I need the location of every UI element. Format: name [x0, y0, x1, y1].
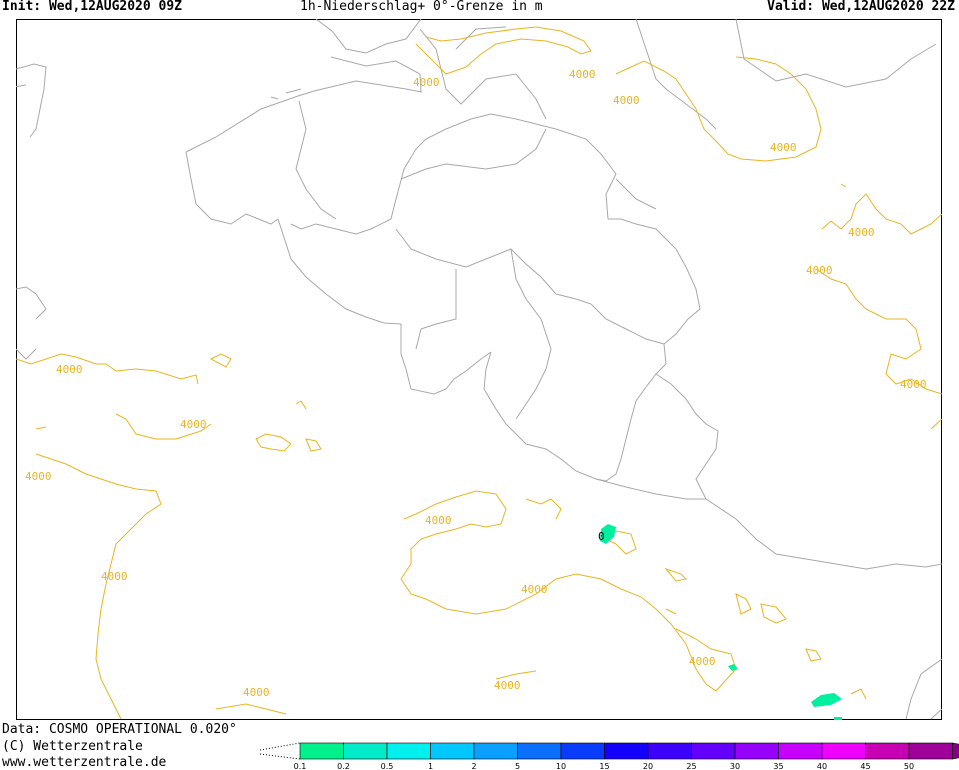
legend-tick: 0.5 [381, 762, 394, 770]
legend-tick: 0.2 [337, 762, 350, 770]
legend-tick: 20 [643, 762, 653, 770]
map-title: 1h-Niederschlag+ 0°-Grenze in m [300, 0, 543, 14]
legend-swatch [778, 742, 823, 760]
legend-swatch [430, 742, 475, 760]
legend-swatch [604, 742, 649, 760]
precip-cell [834, 717, 842, 720]
contour-label: 4000 [689, 655, 716, 668]
legend-swatch [473, 742, 518, 760]
map-frame [16, 19, 942, 720]
website-link[interactable]: www.wetterzentrale.de [2, 755, 166, 770]
legend-tick: 2 [471, 762, 476, 770]
legend-tick: 35 [773, 762, 783, 770]
contour-label: 4000 [806, 264, 833, 277]
color-legend: 0.1 0.2 0.5 1 2 5 10 15 20 25 30 35 40 45 50 [259, 742, 959, 770]
legend-swatch [821, 742, 866, 760]
legend-swatch [865, 742, 910, 760]
legend-swatch [647, 742, 692, 760]
contour-label: 4000 [101, 570, 128, 583]
legend-tick: 45 [860, 762, 870, 770]
contour-label: 4000 [613, 94, 640, 107]
legend-tick: 40 [817, 762, 827, 770]
legend-swatch [908, 742, 953, 760]
legend-swatch [952, 742, 959, 760]
contour-label: 4000 [770, 141, 797, 154]
legend-tick: 50 [904, 762, 914, 770]
contour-label: 4000 [25, 470, 52, 483]
contour-label: 4000 [900, 378, 927, 391]
contour-label: 4000 [413, 76, 440, 89]
legend-swatch [691, 742, 736, 760]
legend-swatch [517, 742, 562, 760]
legend-tick: 0.1 [294, 762, 307, 770]
precip-map: 4000 4000 4000 4000 4000 4000 4000 4000 … [16, 19, 942, 720]
legend-tick: 10 [556, 762, 566, 770]
zero-contour-label: 0 [598, 530, 605, 543]
legend-swatch [734, 742, 779, 760]
legend-swatch [343, 742, 388, 760]
contour-label: 4000 [180, 418, 207, 431]
legend-tick: 30 [730, 762, 740, 770]
init-time: Init: Wed,12AUG2020 09Z [2, 0, 183, 14]
contour-label: 4000 [848, 226, 875, 239]
legend-connector [259, 742, 301, 760]
contour-label: 4000 [569, 68, 596, 81]
valid-time: Valid: Wed,12AUG2020 22Z [767, 0, 955, 14]
contour-label: 4000 [521, 583, 548, 596]
legend-swatch [560, 742, 605, 760]
legend-swatch [299, 742, 344, 760]
contour-label: 4000 [425, 514, 452, 527]
contour-label: 4000 [56, 363, 83, 376]
legend-tick: 5 [515, 762, 520, 770]
legend-tick: 25 [686, 762, 696, 770]
data-source: Data: COSMO OPERATIONAL 0.020° [2, 722, 237, 737]
contour-label: 4000 [243, 686, 270, 699]
legend-tick: 15 [599, 762, 609, 770]
legend-swatch [386, 742, 431, 760]
legend-tick: 1 [428, 762, 433, 770]
contour-label: 4000 [494, 679, 521, 692]
copyright: (C) Wetterzentrale [2, 739, 143, 754]
